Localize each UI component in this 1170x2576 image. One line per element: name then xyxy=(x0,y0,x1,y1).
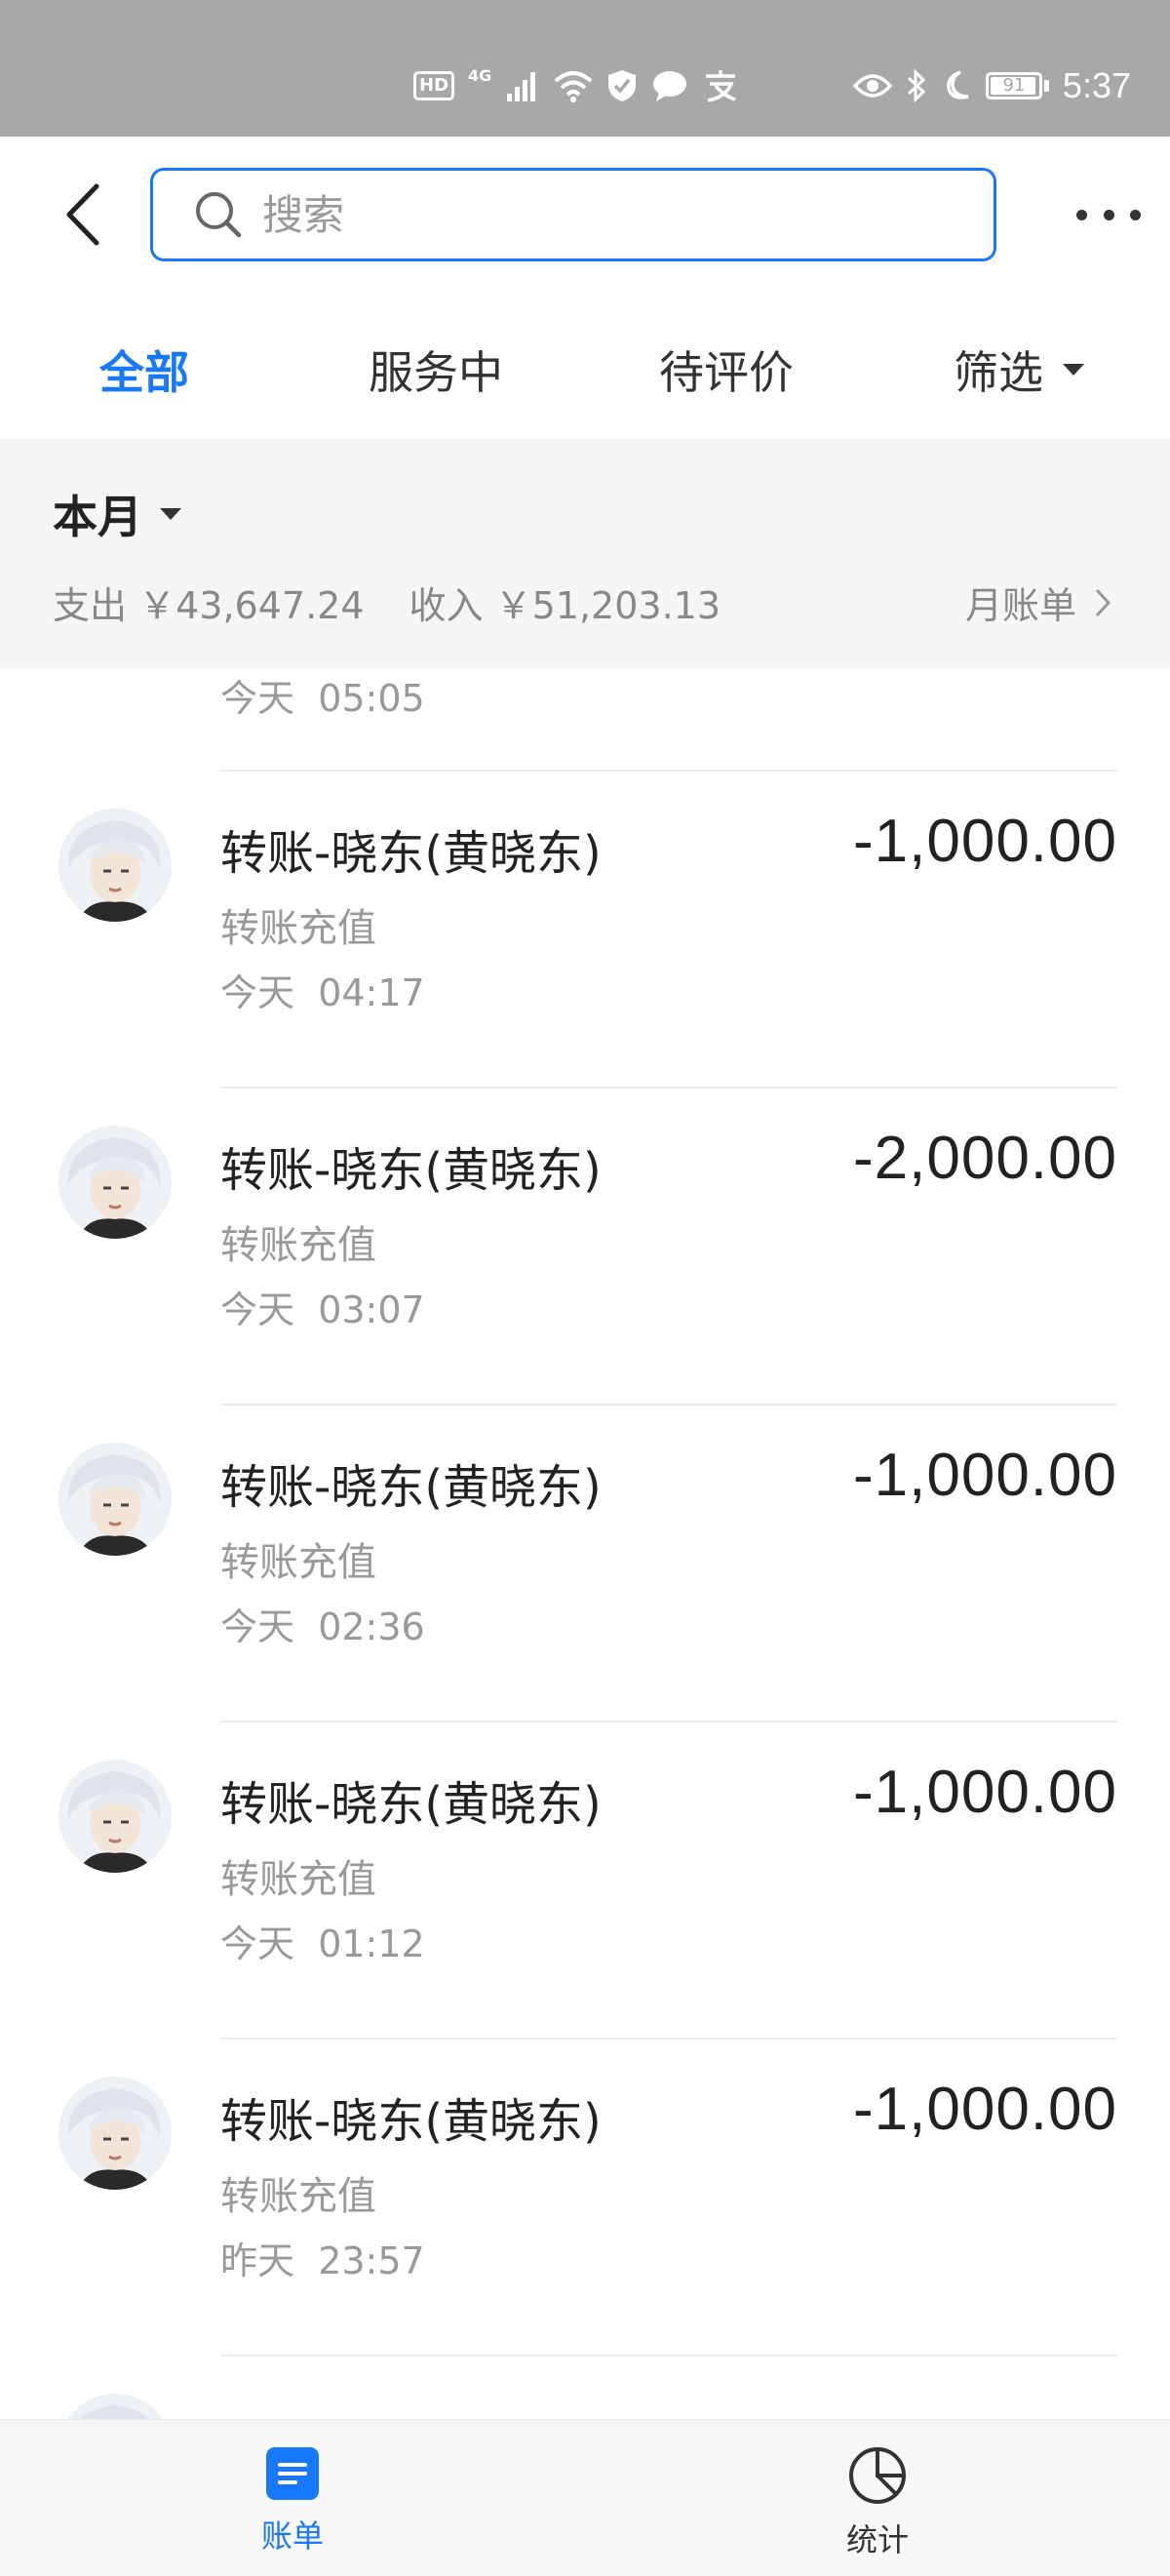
tab-filter-label: 筛选 xyxy=(954,346,1043,399)
avatar xyxy=(58,1760,172,1873)
monthly-bill-link[interactable]: 月账单 xyxy=(965,575,1112,629)
pie-chart-icon xyxy=(849,2447,906,2504)
tab-filter[interactable]: 筛选 xyxy=(954,337,1084,402)
month-label: 本月 xyxy=(53,491,142,543)
search-input[interactable] xyxy=(260,189,947,240)
expense-summary: 支出 ￥43,647.24 xyxy=(53,584,365,627)
transaction-row[interactable]: 转账-晓东(黄晓东) 转账充值今天 03:07 -2,000.00 xyxy=(0,1089,1170,1406)
transaction-amount: -1,000.00 xyxy=(853,808,1117,875)
tab-all[interactable]: 全部 xyxy=(99,337,189,402)
chat-bubble-icon xyxy=(653,71,687,101)
tab-in-service[interactable]: 服务中 xyxy=(369,337,503,402)
caret-down-icon xyxy=(160,508,181,520)
transaction-title: 转账-晓东(黄晓东) xyxy=(220,1777,602,1832)
chevron-left-icon xyxy=(66,183,99,246)
transaction-time: 昨天 23:57 xyxy=(220,2239,425,2282)
transaction-title: 转账-晓东(黄晓东) xyxy=(220,1143,602,1198)
top-nav xyxy=(0,137,1170,293)
nav-statistics[interactable]: 统计 xyxy=(780,2445,975,2560)
transaction-time: 今天 01:12 xyxy=(220,1922,425,1965)
moon-icon xyxy=(946,70,969,99)
more-dot-icon xyxy=(1130,209,1141,220)
transaction-subtitle: 转账充值 xyxy=(220,1540,376,1585)
battery-tip xyxy=(1043,80,1049,92)
month-selector[interactable]: 本月 xyxy=(53,482,181,546)
transaction-title: 转账-晓东(黄晓东) xyxy=(220,1460,602,1515)
avatar xyxy=(58,2077,172,2190)
transaction-title: 转账-晓东(黄晓东) xyxy=(220,826,602,881)
avatar xyxy=(58,809,172,922)
battery-level: 91 xyxy=(1002,75,1026,96)
caret-down-icon xyxy=(1063,364,1084,376)
transaction-subtitle: 转账充值 xyxy=(220,1857,376,1902)
expense-amount: ￥43,647.24 xyxy=(138,584,365,627)
transaction-amount: -1,000.00 xyxy=(853,1442,1117,1509)
income-summary: 收入 ￥51,203.13 xyxy=(409,584,722,627)
avatar xyxy=(58,1443,172,1556)
transaction-time: 今天 02:36 xyxy=(220,1605,425,1648)
transaction-time: 今天 04:17 xyxy=(220,971,425,1014)
hd-badge: HD xyxy=(413,71,455,100)
more-dot-icon xyxy=(1103,209,1114,220)
search-bar[interactable] xyxy=(150,168,996,261)
battery-icon: 91 xyxy=(985,72,1042,99)
transaction-row[interactable]: 转账-晓东(黄晓东) 转账充值今天 04:17 -1,000.00 xyxy=(0,772,1170,1089)
transaction-row-partial[interactable] xyxy=(0,2357,1170,2419)
transaction-amount: -2,000.00 xyxy=(853,1125,1117,1192)
status-bar: HD 4G 91 5:37 xyxy=(0,0,1170,137)
month-totals: 支出 ￥43,647.24 收入 ￥51,203.13 xyxy=(53,575,721,629)
transaction-title: 转账-晓东(黄晓东) xyxy=(220,2094,602,2149)
avatar xyxy=(58,2394,172,2419)
network-type: 4G xyxy=(468,66,492,85)
transaction-amount: -1,000.00 xyxy=(853,1759,1117,1826)
transaction-row[interactable]: 转账-晓东(黄晓东) 转账充值昨天 23:57 -1,000.00 xyxy=(0,2040,1170,2357)
income-amount: ￥51,203.13 xyxy=(494,584,722,627)
avatar xyxy=(58,1126,172,1239)
wifi-icon xyxy=(554,71,593,102)
list-item-time-partial: 今天 05:05 xyxy=(220,677,425,720)
filter-tabs: 全部 服务中 待评价 筛选 xyxy=(0,293,1170,439)
transaction-amount: -1,000.00 xyxy=(853,2076,1117,2143)
transaction-time: 今天 03:07 xyxy=(220,1288,425,1331)
transaction-list: 今天 05:05 转账-晓东(黄晓东) 转账充值 今天 04:17 -1,000.00… xyxy=(0,668,1170,2419)
eye-icon xyxy=(852,74,892,98)
bluetooth-icon xyxy=(907,68,926,103)
bottom-nav: 账单 统计 xyxy=(0,2419,1170,2576)
clock: 5:37 xyxy=(1062,65,1131,105)
bill-icon xyxy=(266,2447,319,2500)
back-button[interactable] xyxy=(49,180,117,249)
nav-bill-label: 账单 xyxy=(260,2517,324,2555)
transaction-row[interactable]: 转账-晓东(黄晓东) 转账充值今天 02:36 -1,000.00 xyxy=(0,1406,1170,1723)
tab-pending-review[interactable]: 待评价 xyxy=(659,337,794,402)
nav-bill[interactable]: 账单 xyxy=(195,2445,390,2556)
monthly-bill-label: 月账单 xyxy=(964,584,1076,627)
status-right-icons: 91 5:37 xyxy=(852,64,1131,107)
more-dot-icon xyxy=(1076,209,1087,220)
transaction-subtitle: 转账充值 xyxy=(220,906,376,951)
alipay-icon xyxy=(706,70,736,102)
transaction-subtitle: 转账充值 xyxy=(220,2174,376,2219)
search-icon xyxy=(194,190,243,239)
transaction-row[interactable]: 转账-晓东(黄晓东) 转账充值今天 01:12 -1,000.00 xyxy=(0,1723,1170,2040)
shield-icon xyxy=(608,70,637,101)
more-options-button[interactable] xyxy=(1076,195,1141,234)
month-summary: 本月 支出 ￥43,647.24 收入 ￥51,203.13 月账单 xyxy=(0,439,1170,668)
status-left-icons: HD 4G xyxy=(413,64,739,107)
chevron-right-icon xyxy=(1095,588,1112,616)
nav-statistics-label: 统计 xyxy=(845,2521,909,2558)
signal-icon xyxy=(507,72,536,101)
transaction-subtitle: 转账充值 xyxy=(220,1223,376,1268)
